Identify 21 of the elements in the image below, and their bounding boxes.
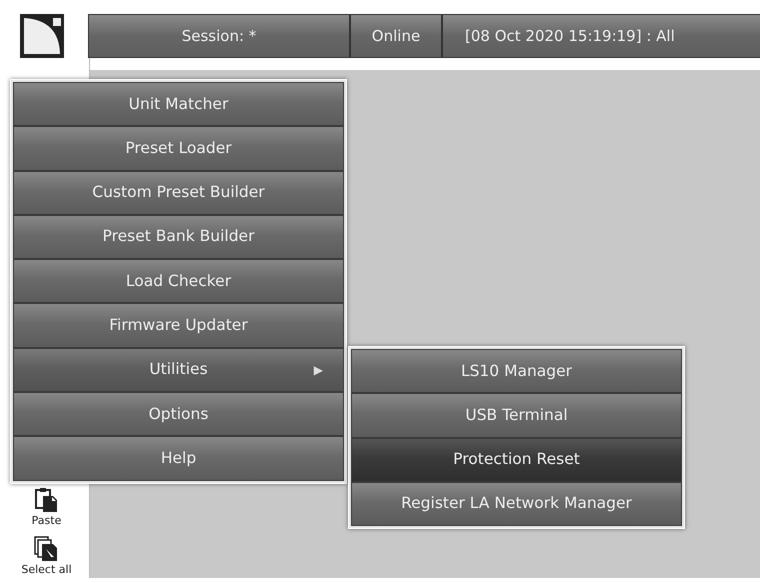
- sidebar-label: Select all: [21, 562, 72, 578]
- menu-item[interactable]: Load Checker: [13, 259, 344, 304]
- submenu-item[interactable]: Register LA Network Manager: [351, 482, 682, 526]
- menu-item[interactable]: Preset Loader: [13, 126, 344, 171]
- menu-item[interactable]: Firmware Updater: [13, 303, 344, 348]
- menu-item[interactable]: Utilities ▶: [13, 348, 344, 392]
- paste-icon[interactable]: [34, 487, 58, 513]
- status-label: Online: [350, 14, 442, 58]
- sidebar-label: Paste: [32, 513, 62, 529]
- submenu-arrow-icon: ▶: [314, 360, 323, 379]
- menu-item[interactable]: Options: [13, 392, 344, 436]
- menu-item[interactable]: Unit Matcher: [13, 82, 344, 126]
- submenu-item[interactable]: LS10 Manager: [351, 349, 682, 394]
- menu-item[interactable]: Preset Bank Builder: [13, 214, 344, 260]
- select-all-icon[interactable]: [34, 536, 58, 562]
- session-button[interactable]: Session: *: [88, 14, 350, 58]
- log-message: [08 Oct 2020 15:19:19] : All: [442, 14, 760, 58]
- submenu-item[interactable]: Protection Reset: [351, 438, 682, 482]
- menu-item[interactable]: Help: [13, 436, 344, 481]
- menu-item[interactable]: Custom Preset Builder: [13, 170, 344, 215]
- submenu-item[interactable]: USB Terminal: [351, 393, 682, 438]
